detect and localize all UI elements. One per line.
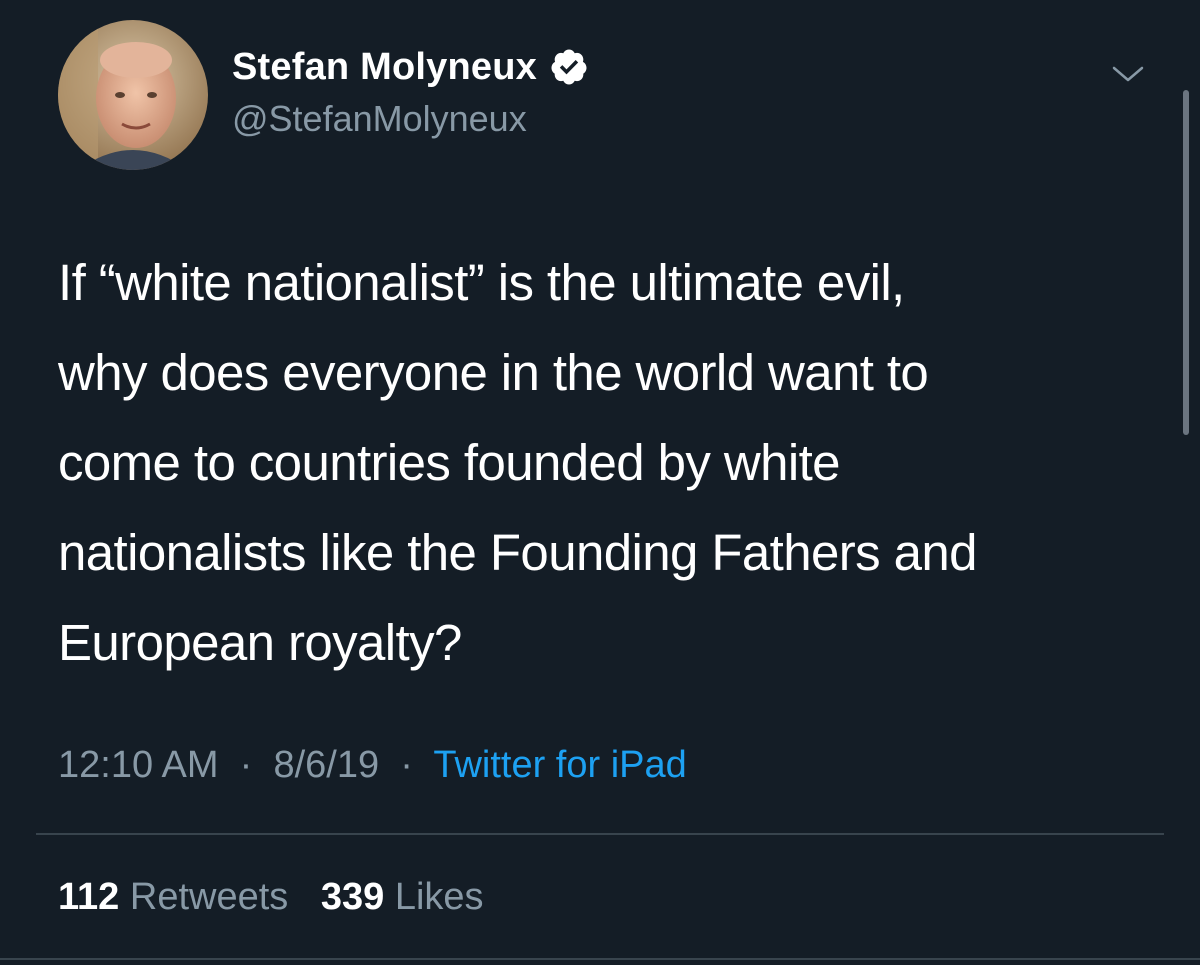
meta-separator: · [389,744,424,786]
retweets-count: 112 [58,876,120,918]
tweet-stats: 112 Retweets 339 Likes [58,876,506,919]
tweet-metadata: 12:10 AM · 8/6/19 · Twitter for iPad [58,744,687,787]
bottom-divider [0,958,1200,960]
retweets-label: Retweets [129,876,289,918]
avatar[interactable] [58,20,208,170]
tweet-text: If “white nationalist” is the ultimate e… [58,254,977,671]
retweets-stat[interactable]: 112 Retweets [58,876,288,918]
tweet-time: 12:10 AM [58,744,219,786]
meta-separator: · [229,744,263,786]
tweet-source-link[interactable]: Twitter for iPad [433,744,686,786]
tweet-date: 8/6/19 [273,744,380,786]
scrollbar[interactable] [1183,90,1189,435]
tweet-detail: Stefan Molyneux @StefanMolyneux If “whit… [0,0,1200,965]
avatar-image [58,20,208,170]
verified-badge-icon [549,47,589,87]
likes-stat[interactable]: 339 Likes [321,876,484,918]
chevron-down-icon[interactable] [1110,60,1146,88]
likes-count: 339 [320,876,385,918]
likes-label: Likes [394,876,484,918]
display-name[interactable]: Stefan Molyneux [232,46,537,89]
divider [36,833,1164,835]
author-name-row[interactable]: Stefan Molyneux [232,44,589,90]
author-handle[interactable]: @StefanMolyneux [232,98,527,140]
